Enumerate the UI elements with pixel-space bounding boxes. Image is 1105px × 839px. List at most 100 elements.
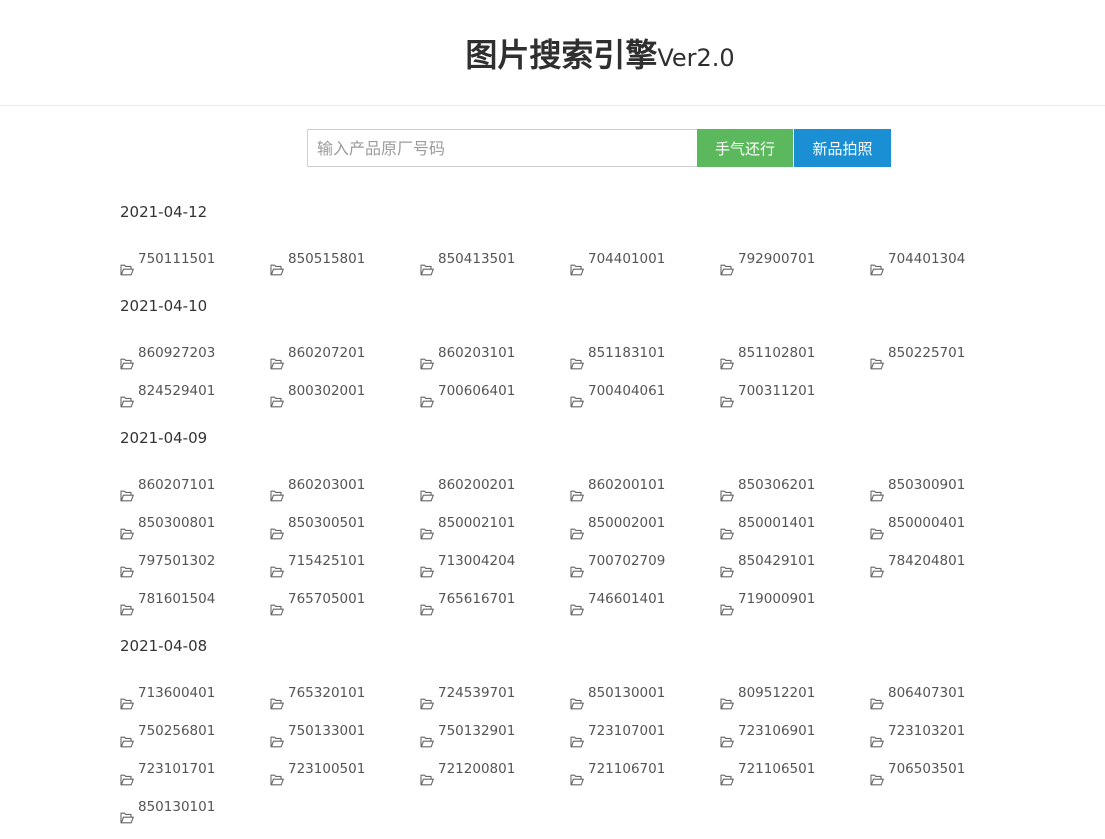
folder-link[interactable]: 806407301: [870, 674, 1020, 712]
folder-link[interactable]: 850413501: [420, 240, 570, 278]
folder-label: 850300501: [288, 515, 366, 531]
folder-link[interactable]: 746601401: [570, 580, 720, 618]
folder-link[interactable]: 850001401: [720, 504, 870, 542]
folder-label: 750132901: [438, 723, 516, 739]
title-main: 图片搜索引擎: [465, 36, 658, 74]
folder-link[interactable]: 723107001: [570, 712, 720, 750]
folder-link[interactable]: 750256801: [120, 712, 270, 750]
folder-link[interactable]: 750133001: [270, 712, 420, 750]
folder-label: 860203001: [288, 477, 366, 493]
folder-link[interactable]: 723101701: [120, 750, 270, 788]
folder-open-icon: [420, 347, 434, 370]
folder-label: 723107001: [588, 723, 666, 739]
folder-link[interactable]: 713600401: [120, 674, 270, 712]
folder-link[interactable]: 750132901: [420, 712, 570, 750]
folder-link[interactable]: 850300901: [870, 466, 1020, 504]
folder-link[interactable]: 750111501: [120, 240, 270, 278]
folder-link[interactable]: 723103201: [870, 712, 1020, 750]
folder-grid: 860927203 860207201 860203101 851183101 8511…: [120, 334, 1020, 410]
folder-label: 781601504: [138, 591, 216, 607]
folder-label: 850000401: [888, 515, 966, 531]
folder-label: 850300801: [138, 515, 216, 531]
folder-label: 851102801: [738, 345, 816, 361]
folder-link[interactable]: 860207201: [270, 334, 420, 372]
folder-link[interactable]: 723100501: [270, 750, 420, 788]
folder-link[interactable]: 850300801: [120, 504, 270, 542]
folder-link[interactable]: 809512201: [720, 674, 870, 712]
folder-link[interactable]: 724539701: [420, 674, 570, 712]
folder-link[interactable]: 765705001: [270, 580, 420, 618]
folder-link[interactable]: 860203101: [420, 334, 570, 372]
folder-label: 700606401: [438, 383, 516, 399]
folder-link[interactable]: 850002001: [570, 504, 720, 542]
folder-link[interactable]: 784204801: [870, 542, 1020, 580]
folder-label: 765616701: [438, 591, 516, 607]
group-date: 2021-04-08: [120, 637, 208, 655]
folder-link[interactable]: 850130101: [120, 788, 270, 826]
search-input[interactable]: [307, 129, 697, 167]
folder-open-icon: [420, 593, 434, 616]
folder-open-icon: [720, 385, 734, 408]
folder-link[interactable]: 706503501: [870, 750, 1020, 788]
folder-link[interactable]: 721200801: [420, 750, 570, 788]
folder-link[interactable]: 860203001: [270, 466, 420, 504]
folder-link[interactable]: 850002101: [420, 504, 570, 542]
folder-link[interactable]: 800302001: [270, 372, 420, 410]
group-date: 2021-04-10: [120, 297, 208, 315]
folder-open-icon: [420, 479, 434, 502]
folder-open-icon: [720, 763, 734, 786]
folder-link[interactable]: 715425101: [270, 542, 420, 580]
folder-link[interactable]: 850429101: [720, 542, 870, 580]
folder-label: 719000901: [738, 591, 816, 607]
folder-label: 723103201: [888, 723, 966, 739]
folder-grid: 860207101 860203001 860200201 860200101 8503…: [120, 466, 1020, 618]
folder-link[interactable]: 850300501: [270, 504, 420, 542]
folder-link[interactable]: 850306201: [720, 466, 870, 504]
folder-link[interactable]: 851183101: [570, 334, 720, 372]
folder-open-icon: [570, 479, 584, 502]
folder-label: 721200801: [438, 761, 516, 777]
folder-grid: 750111501 850515801 850413501 704401001 7929…: [120, 240, 1020, 278]
folder-link[interactable]: 850225701: [870, 334, 1020, 372]
folder-link[interactable]: 719000901: [720, 580, 870, 618]
folder-link[interactable]: 860200101: [570, 466, 720, 504]
folder-label: 765320101: [288, 685, 366, 701]
folder-link[interactable]: 851102801: [720, 334, 870, 372]
folder-link[interactable]: 700702709: [570, 542, 720, 580]
folder-link[interactable]: 721106701: [570, 750, 720, 788]
folder-open-icon: [570, 725, 584, 748]
folder-label: 784204801: [888, 553, 966, 569]
folder-label: 704401304: [888, 251, 966, 267]
folder-link[interactable]: 700606401: [420, 372, 570, 410]
folder-link[interactable]: 723106901: [720, 712, 870, 750]
new-product-photo-button[interactable]: 新品拍照: [794, 129, 891, 167]
folder-link[interactable]: 721106501: [720, 750, 870, 788]
folder-label: 851183101: [588, 345, 666, 361]
folder-link[interactable]: 781601504: [120, 580, 270, 618]
folder-link[interactable]: 700311201: [720, 372, 870, 410]
folder-link[interactable]: 792900701: [720, 240, 870, 278]
folder-label: 721106701: [588, 761, 666, 777]
folder-link[interactable]: 824529401: [120, 372, 270, 410]
folder-link[interactable]: 704401304: [870, 240, 1020, 278]
folder-open-icon: [420, 687, 434, 710]
folder-open-icon: [120, 479, 134, 502]
folder-link[interactable]: 765616701: [420, 580, 570, 618]
folder-link[interactable]: 713004204: [420, 542, 570, 580]
folder-link[interactable]: 850515801: [270, 240, 420, 278]
folder-link[interactable]: 700404061: [570, 372, 720, 410]
folder-link[interactable]: 860927203: [120, 334, 270, 372]
folder-link[interactable]: 797501302: [120, 542, 270, 580]
folder-link[interactable]: 850130001: [570, 674, 720, 712]
folder-link[interactable]: 765320101: [270, 674, 420, 712]
folder-label: 860200101: [588, 477, 666, 493]
folder-link[interactable]: 704401001: [570, 240, 720, 278]
folder-label: 700311201: [738, 383, 816, 399]
folder-link[interactable]: 850000401: [870, 504, 1020, 542]
folder-label: 713004204: [438, 553, 516, 569]
folder-link[interactable]: 860207101: [120, 466, 270, 504]
folder-link[interactable]: 860200201: [420, 466, 570, 504]
lucky-search-button[interactable]: 手气还行: [697, 129, 793, 167]
folder-label: 724539701: [438, 685, 516, 701]
folder-open-icon: [270, 347, 284, 370]
